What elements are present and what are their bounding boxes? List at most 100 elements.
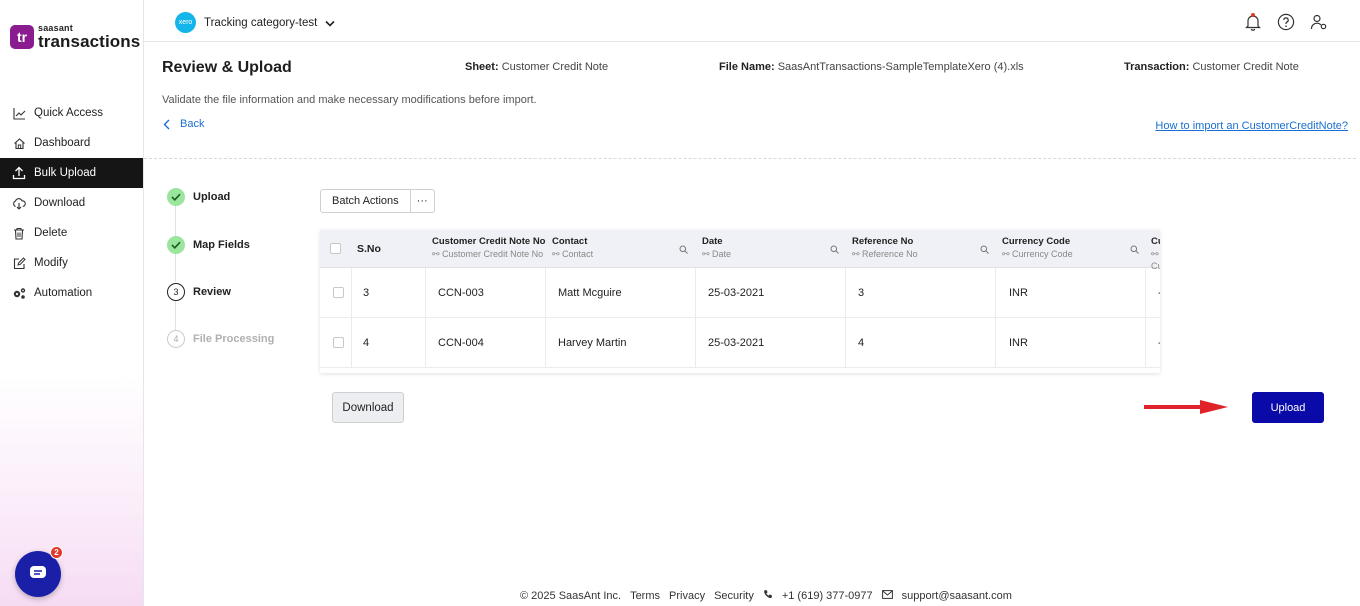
step-number: 3: [167, 283, 185, 301]
column-divider: [351, 268, 352, 317]
cell-contact[interactable]: Matt Mcguire: [558, 268, 622, 317]
organization-switcher[interactable]: xero Tracking category-test: [175, 12, 335, 33]
sidebar-item-dashboard[interactable]: Dashboard: [0, 128, 143, 158]
cell-currency-code[interactable]: INR: [1009, 268, 1028, 317]
column-divider: [1145, 268, 1146, 317]
column-mapping: ⚯ Contact: [552, 248, 593, 260]
select-all-checkbox[interactable]: [330, 243, 341, 254]
cell-sno[interactable]: 3: [363, 268, 369, 317]
upload-button[interactable]: Upload: [1252, 392, 1324, 423]
footer-email[interactable]: support@saasant.com: [902, 590, 1012, 602]
search-icon[interactable]: [679, 243, 688, 257]
link-icon: ⚯: [432, 249, 443, 259]
help-icon[interactable]: [1276, 12, 1295, 31]
column-header-credit-note-no[interactable]: Customer Credit Note No ⚯ Customer Credi…: [432, 236, 545, 260]
cell-credit-note-no[interactable]: CCN-004: [438, 318, 484, 367]
cell-reference-no[interactable]: 4: [858, 318, 864, 367]
bell-icon[interactable]: [1243, 12, 1262, 31]
cell-date[interactable]: 25-03-2021: [708, 268, 764, 317]
sidebar-item-label: Modify: [34, 257, 68, 269]
column-divider: [425, 268, 426, 317]
sheet-label: Sheet:: [465, 61, 499, 73]
mail-icon: [881, 589, 893, 602]
column-divider: [845, 268, 846, 317]
cell-truncated[interactable]: -: [1158, 268, 1160, 317]
top-icons: [1243, 12, 1328, 31]
column-mapping-text: Reference No: [862, 249, 918, 259]
column-header-currency-code[interactable]: Currency Code ⚯ Currency Code: [1002, 236, 1073, 260]
transaction-info: Transaction: Customer Credit Note: [1124, 61, 1299, 73]
brand-logo[interactable]: tr saasant transactions: [10, 24, 140, 50]
footer-privacy-link[interactable]: Privacy: [669, 590, 705, 602]
arrow-right-icon: [1144, 400, 1228, 414]
step-map-fields: Map Fields: [167, 236, 297, 254]
sidebar-item-automation[interactable]: Automation: [0, 278, 143, 308]
sidebar-item-modify[interactable]: Modify: [0, 248, 143, 278]
column-mapping: ⚯ Currency Code: [1002, 248, 1073, 260]
column-header-sno[interactable]: S.No: [357, 230, 381, 267]
step-label: Review: [193, 286, 231, 298]
sidebar-item-quick-access[interactable]: Quick Access: [0, 98, 143, 128]
download-button[interactable]: Download: [332, 392, 404, 423]
link-icon: ⚯: [552, 249, 563, 259]
cell-contact[interactable]: Harvey Martin: [558, 318, 626, 367]
column-divider: [695, 318, 696, 367]
column-mapping-text: Currency Code: [1012, 249, 1073, 259]
cell-currency-code[interactable]: INR: [1009, 318, 1028, 367]
transaction-label: Transaction:: [1124, 61, 1190, 73]
cell-reference-no[interactable]: 3: [858, 268, 864, 317]
sidebar-item-bulk-upload[interactable]: Bulk Upload: [0, 158, 143, 188]
step-label: Upload: [193, 191, 231, 203]
sheet-info: Sheet: Customer Credit Note: [465, 61, 608, 73]
cell-credit-note-no[interactable]: CCN-003: [438, 268, 484, 317]
step-upload: Upload: [167, 188, 297, 206]
footer-phone[interactable]: +1 (619) 377-0977: [782, 590, 873, 602]
cell-truncated[interactable]: -: [1158, 318, 1160, 367]
footer: © 2025 SaasAnt Inc. Terms Privacy Securi…: [520, 589, 1012, 602]
column-header-date[interactable]: Date ⚯ Date: [702, 236, 731, 260]
cell-sno[interactable]: 4: [363, 318, 369, 367]
row-checkbox[interactable]: [333, 337, 344, 348]
step-label: Map Fields: [193, 239, 250, 251]
batch-actions-button[interactable]: Batch Actions: [320, 189, 411, 213]
column-header-reference-no[interactable]: Reference No ⚯ Reference No: [852, 236, 918, 260]
batch-actions: Batch Actions ···: [320, 189, 435, 213]
column-header-truncated[interactable]: Cu ⚯ Cu: [1151, 236, 1160, 272]
column-mapping: ⚯ Date: [702, 248, 731, 260]
user-settings-icon[interactable]: [1309, 12, 1328, 31]
app-root: tr saasant transactions Quick Access Das…: [0, 0, 1360, 606]
footer-security-link[interactable]: Security: [714, 590, 754, 602]
table-row[interactable]: 4 CCN-004 Harvey Martin 25-03-2021 4 INR…: [320, 318, 1160, 368]
search-icon[interactable]: [1130, 243, 1139, 257]
column-divider: [995, 268, 996, 317]
sidebar-item-delete[interactable]: Delete: [0, 218, 143, 248]
search-icon[interactable]: [980, 243, 989, 257]
sidebar-item-download[interactable]: Download: [0, 188, 143, 218]
table-row[interactable]: 3 CCN-003 Matt Mcguire 25-03-2021 3 INR …: [320, 268, 1160, 318]
data-grid: S.No Customer Credit Note No ⚯ Customer …: [320, 230, 1160, 373]
link-icon: ⚯: [702, 249, 713, 259]
back-link[interactable]: Back: [163, 118, 204, 130]
sidebar-item-label: Dashboard: [34, 137, 91, 149]
column-mapping: ⚯ Reference No: [852, 248, 918, 260]
help-link[interactable]: How to import an CustomerCreditNote?: [1155, 120, 1348, 132]
row-checkbox[interactable]: [333, 287, 344, 298]
column-header-contact[interactable]: Contact ⚯ Contact: [552, 236, 593, 260]
chart-line-icon: [12, 106, 26, 120]
select-all-cell: [330, 230, 341, 267]
more-options-button[interactable]: ···: [410, 189, 435, 213]
cell-date[interactable]: 25-03-2021: [708, 318, 764, 367]
section-divider: [144, 158, 1356, 159]
organization-name: Tracking category-test: [204, 16, 318, 29]
column-title: Currency Code: [1002, 236, 1071, 247]
top-bar: xero Tracking category-test: [144, 0, 1360, 42]
search-icon[interactable]: [830, 243, 839, 257]
sidebar-item-label: Bulk Upload: [34, 167, 97, 179]
trash-icon: [12, 226, 26, 240]
back-label: Back: [180, 118, 205, 130]
file-label: File Name:: [719, 61, 775, 73]
footer-terms-link[interactable]: Terms: [630, 590, 660, 602]
logo-text: saasant transactions: [38, 24, 140, 51]
sidebar-item-label: Delete: [34, 227, 68, 239]
column-title: Date: [702, 236, 723, 247]
